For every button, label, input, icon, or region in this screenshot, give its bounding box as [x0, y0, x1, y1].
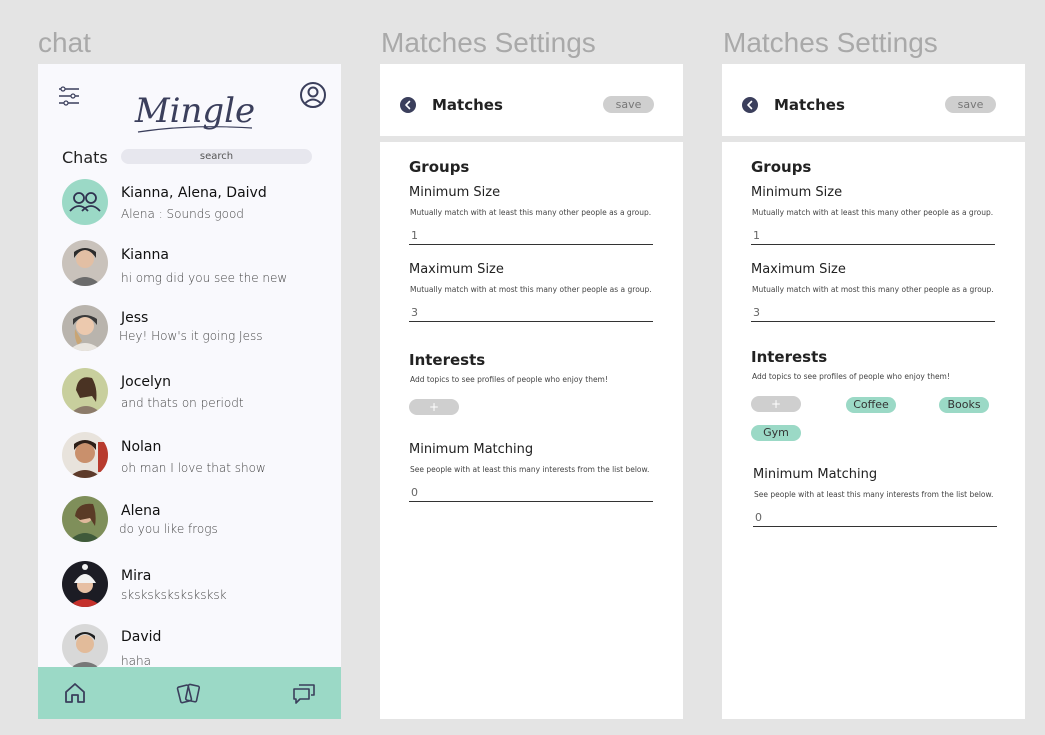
frame-label-settings: Matches Settings: [381, 27, 596, 58]
chat-screen: Mingle Chats search Kianna, Alena, Daivd…: [38, 64, 341, 719]
min-size-help: Mutually match with at least this many o…: [752, 208, 994, 217]
min-matching-label: Minimum Matching: [409, 442, 534, 457]
avatar: [62, 624, 108, 670]
chat-message: Alena : Sounds good: [121, 207, 244, 221]
min-matching-help: See people with at least this many inter…: [754, 490, 994, 499]
cards-icon[interactable]: [176, 680, 202, 706]
save-button[interactable]: save: [945, 96, 996, 113]
svg-text:Mingle: Mingle: [134, 91, 255, 131]
max-size-label: Maximum Size: [751, 262, 846, 277]
min-matching-input[interactable]: 0: [409, 486, 653, 502]
interests-title: Interests: [409, 351, 486, 369]
max-size-help: Mutually match with at most this many ot…: [752, 285, 994, 294]
matches-settings-screen-2: Matches save Groups Minimum Size Mutuall…: [722, 64, 1025, 719]
avatar: [62, 496, 108, 542]
chat-bubbles-icon[interactable]: [291, 680, 317, 706]
min-matching-label: Minimum Matching: [753, 467, 878, 482]
chat-message: do you like frogs: [119, 522, 218, 536]
avatar: [62, 368, 108, 414]
divider: [722, 136, 1025, 142]
interests-help: Add topics to see profiles of people who…: [410, 375, 608, 384]
divider: [380, 136, 683, 142]
chat-item[interactable]: Mira sksksksksksksksk: [38, 561, 341, 621]
avatar: [62, 561, 108, 607]
chat-name: Jess: [121, 310, 149, 326]
interest-tag[interactable]: Gym: [751, 425, 801, 441]
add-interest-button[interactable]: +: [409, 399, 459, 415]
group-icon: [69, 192, 101, 212]
search-input[interactable]: search: [121, 149, 312, 164]
min-matching-input[interactable]: 0: [753, 511, 997, 527]
settings-header: Matches save: [380, 64, 683, 136]
chat-message: hi omg did you see the new: [121, 271, 288, 285]
max-size-input[interactable]: 3: [751, 306, 995, 322]
chats-title: Chats: [62, 148, 108, 167]
save-button[interactable]: save: [603, 96, 654, 113]
avatar: [62, 432, 108, 478]
chat-message: haha: [121, 654, 151, 668]
matches-settings-screen: Matches save Groups Minimum Size Mutuall…: [380, 64, 683, 719]
chat-name: Nolan: [121, 439, 162, 455]
chat-message: Hey! How's it going Jess: [119, 329, 263, 343]
max-size-label: Maximum Size: [409, 262, 504, 277]
groups-title: Groups: [409, 158, 470, 176]
chat-name: Alena: [121, 503, 161, 519]
frame-label-settings-2: Matches Settings: [723, 27, 938, 58]
min-size-help: Mutually match with at least this many o…: [410, 208, 652, 217]
min-size-label: Minimum Size: [751, 185, 843, 200]
frame-label-chat: chat: [38, 27, 91, 58]
chat-item[interactable]: Nolan oh man I love that show: [38, 432, 341, 492]
interest-tag[interactable]: Books: [939, 397, 989, 413]
min-matching-help: See people with at least this many inter…: [410, 465, 650, 474]
chat-name: Kianna, Alena, Daivd: [121, 185, 267, 201]
chat-item-group[interactable]: Kianna, Alena, Daivd Alena : Sounds good: [38, 179, 341, 239]
groups-title: Groups: [751, 158, 812, 176]
chat-message: sksksksksksksksk: [121, 588, 227, 602]
avatar: [62, 240, 108, 286]
chat-name: David: [121, 629, 162, 645]
settings-header: Matches save: [722, 64, 1025, 136]
min-size-input[interactable]: 1: [751, 229, 995, 245]
home-icon[interactable]: [62, 680, 88, 706]
interests-title: Interests: [751, 348, 828, 366]
chat-name: Jocelyn: [121, 374, 172, 390]
profile-icon[interactable]: [299, 81, 327, 109]
chat-message: and thats on periodt: [121, 396, 244, 410]
header-title: Matches: [774, 96, 845, 114]
min-size-label: Minimum Size: [409, 185, 501, 200]
chat-name: Kianna: [121, 247, 169, 263]
chat-name: Mira: [121, 568, 152, 584]
back-icon[interactable]: [400, 97, 416, 113]
max-size-help: Mutually match with at most this many ot…: [410, 285, 652, 294]
bottom-nav: [38, 667, 341, 719]
back-icon[interactable]: [742, 97, 758, 113]
mingle-logo: Mingle: [134, 91, 255, 133]
chat-item[interactable]: Kianna hi omg did you see the new: [38, 240, 341, 300]
filter-menu-icon[interactable]: [58, 86, 80, 106]
interests-help: Add topics to see profiles of people who…: [752, 372, 950, 381]
avatar: [62, 305, 108, 351]
add-interest-button[interactable]: +: [751, 396, 801, 412]
chat-item[interactable]: Alena do you like frogs: [38, 496, 341, 556]
header-title: Matches: [432, 96, 503, 114]
chat-item[interactable]: Jocelyn and thats on periodt: [38, 368, 341, 428]
interest-tag[interactable]: Coffee: [846, 397, 896, 413]
chat-item[interactable]: Jess Hey! How's it going Jess: [38, 305, 341, 365]
group-avatar: [62, 179, 108, 225]
chat-message: oh man I love that show: [121, 461, 266, 475]
max-size-input[interactable]: 3: [409, 306, 653, 322]
min-size-input[interactable]: 1: [409, 229, 653, 245]
